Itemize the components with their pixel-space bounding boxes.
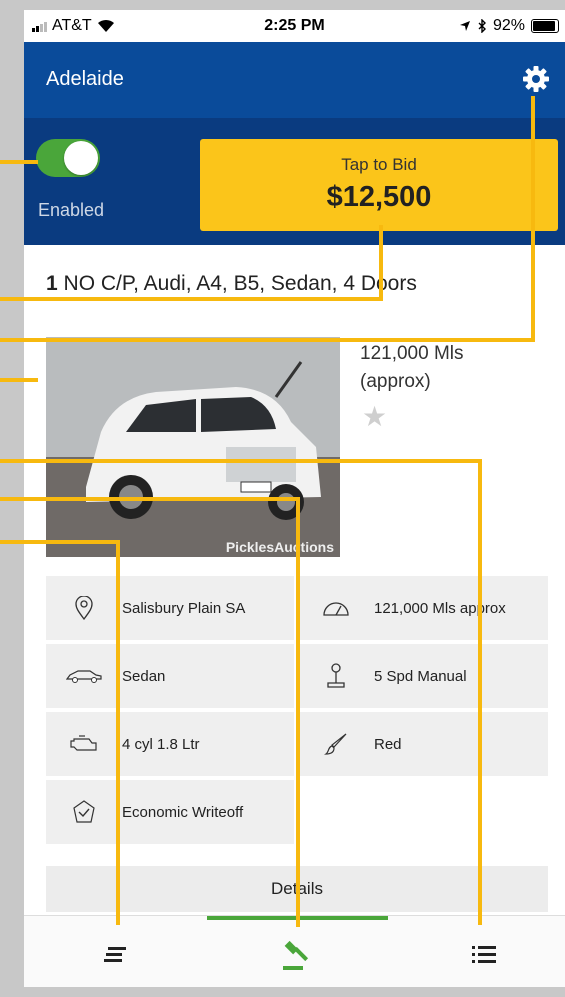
bid-amount: $12,500 <box>326 181 432 213</box>
car-icon <box>66 670 102 683</box>
settings-gear-icon[interactable] <box>521 64 551 94</box>
callout-line <box>531 96 535 342</box>
gavel-icon <box>283 940 309 970</box>
location-arrow-icon <box>459 21 470 31</box>
tab-bidding[interactable] <box>277 934 317 974</box>
page-title: Adelaide <box>46 68 124 90</box>
callout-line <box>0 297 383 301</box>
battery-icon <box>531 19 559 33</box>
callout-line <box>0 540 120 544</box>
spec-transmission: 5 Spd Manual <box>298 644 548 708</box>
spec-condition: Economic Writeoff <box>46 780 294 844</box>
photo-watermark: PicklesAuctions <box>225 539 334 555</box>
spec-body: Sedan <box>46 644 294 708</box>
lot-number: 1 <box>46 272 58 295</box>
status-bar: AT&T 2:25 PM 92% <box>24 10 565 42</box>
bid-caption: Tap to Bid <box>341 155 417 174</box>
callout-line <box>0 338 535 342</box>
spec-text: 4 cyl 1.8 Ltr <box>122 735 200 753</box>
callout-line <box>0 459 482 463</box>
callout-line <box>0 160 38 164</box>
spec-text: 5 Spd Manual <box>374 667 467 685</box>
mileage-value: 121,000 Mls <box>360 343 464 364</box>
callout-line <box>116 540 120 925</box>
callout-line <box>0 497 300 501</box>
mileage-summary: 121,000 Mls (approx) <box>360 340 540 396</box>
spec-text: Economic Writeoff <box>122 803 244 821</box>
spec-colour: Red <box>298 712 548 776</box>
odometer-icon <box>323 602 349 616</box>
spec-mileage: 121,000 Mls approx <box>298 576 548 640</box>
bid-panel: Enabled Tap to Bid $12,500 <box>24 118 565 245</box>
bottom-tab-bar <box>24 915 565 987</box>
favourite-star-icon[interactable]: ★ <box>362 400 387 433</box>
spec-engine: 4 cyl 1.8 Ltr <box>46 712 294 776</box>
spec-location: Salisbury Plain SA <box>46 576 294 640</box>
lines-menu-icon <box>104 947 126 962</box>
callout-line <box>478 459 482 925</box>
tab-summary[interactable] <box>96 934 136 974</box>
shield-check-icon <box>73 800 95 823</box>
spec-text: Salisbury Plain SA <box>122 599 246 617</box>
bluetooth-icon <box>478 19 486 33</box>
battery-percent: 92% <box>492 17 525 34</box>
spec-text: 121,000 Mls approx <box>374 599 506 617</box>
bidding-toggle[interactable] <box>36 139 100 177</box>
toggle-label: Enabled <box>38 200 105 220</box>
callout-line <box>0 378 38 382</box>
app-header: Adelaide <box>24 42 565 118</box>
paint-brush-icon <box>324 733 347 755</box>
spec-text: Sedan <box>122 667 166 685</box>
engine-icon <box>70 735 97 751</box>
mileage-approx: (approx) <box>360 371 431 392</box>
status-right: 92% <box>459 17 559 35</box>
toggle-knob <box>64 141 98 175</box>
callout-line <box>296 497 300 927</box>
lot-title: 1 NO C/P, Audi, A4, B5, Sedan, 4 Doors <box>46 272 417 296</box>
list-icon <box>472 946 496 963</box>
lot-description: NO C/P, Audi, A4, B5, Sedan, 4 Doors <box>63 272 417 295</box>
tab-list[interactable] <box>464 934 504 974</box>
tap-to-bid-button[interactable]: Tap to Bid $12,500 <box>200 139 558 231</box>
gear-shift-icon <box>327 663 345 688</box>
location-pin-icon <box>75 596 93 620</box>
callout-line <box>379 225 383 301</box>
spec-text: Red <box>374 735 402 753</box>
